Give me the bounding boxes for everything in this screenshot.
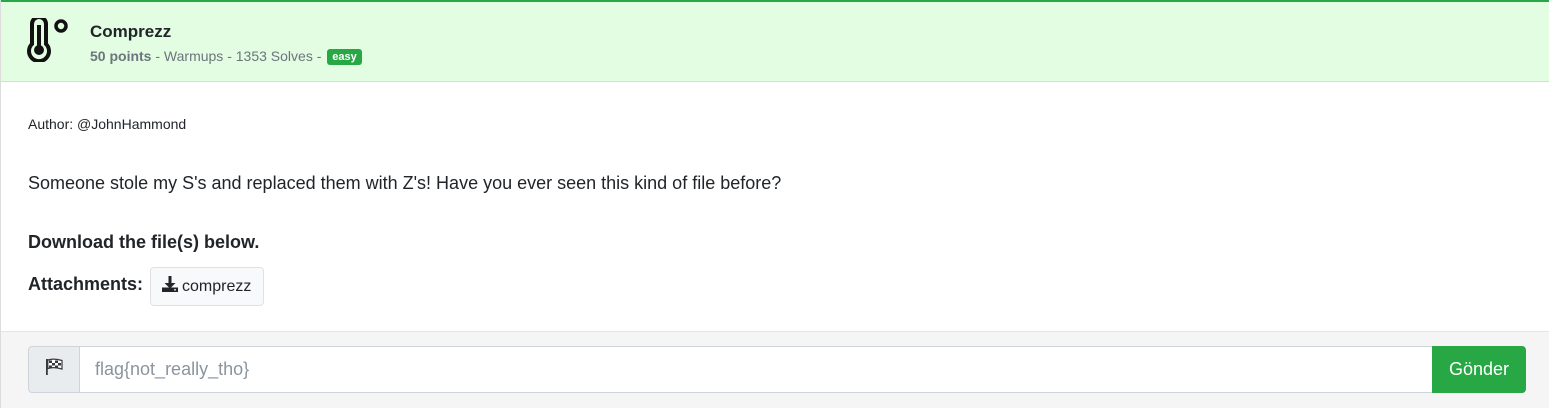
- meta-separator: -: [223, 48, 236, 64]
- challenge-meta: 50 points - Warmups - 1353 Solves - easy: [90, 48, 362, 65]
- download-instructions: Download the file(s) below.: [28, 232, 260, 252]
- challenge-author: Author: @JohnHammond: [28, 116, 187, 132]
- attachment-name: comprezz: [182, 277, 252, 295]
- challenge-points: 50 points: [90, 48, 152, 64]
- challenge-category: Warmups: [163, 48, 224, 64]
- challenge-description: Someone stole my S's and replaced them w…: [28, 173, 782, 193]
- attachment-download-button[interactable]: comprezz: [150, 267, 264, 306]
- download-icon: [161, 275, 182, 298]
- attachments-label: Attachments:: [28, 274, 144, 294]
- meta-separator: -: [312, 48, 326, 64]
- challenge-title: Comprezz: [90, 22, 172, 41]
- checkered-flag-icon: [44, 358, 64, 381]
- flag-input-prepend: [28, 346, 80, 393]
- difficulty-badge: easy: [327, 49, 362, 65]
- thermometer-icon: [26, 15, 70, 64]
- challenge-solves: 1353 Solves: [235, 48, 313, 64]
- flag-input[interactable]: [79, 346, 1433, 393]
- challenge-card: Comprezz 50 points - Warmups - 1353 Solv…: [0, 0, 1549, 408]
- challenge-header: Comprezz 50 points - Warmups - 1353 Solv…: [1, 0, 1549, 82]
- meta-separator: -: [151, 48, 164, 64]
- submit-flag-button[interactable]: Gönder: [1432, 346, 1526, 393]
